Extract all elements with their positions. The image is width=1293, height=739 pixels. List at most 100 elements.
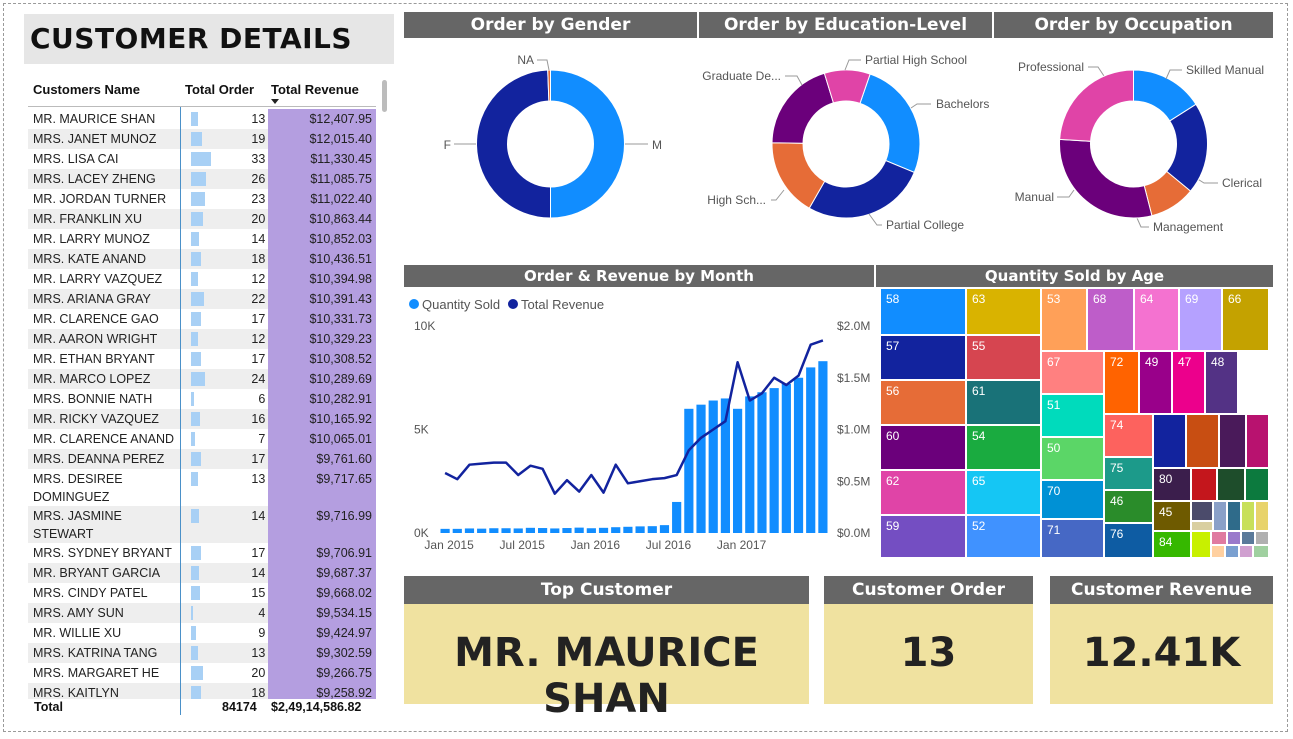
occupation-donut-chart[interactable]: Clerical Management Manual Professional Skil…	[994, 40, 1273, 250]
quantity-bar[interactable]	[538, 528, 548, 533]
table-row[interactable]: MRS. KATE ANAND 18 $10,436.51	[28, 249, 376, 269]
table-row[interactable]: MRS. ARIANA GRAY 22 $10,391.43	[28, 289, 376, 309]
legend-label[interactable]: Quantity Sold	[422, 297, 500, 312]
order-revenue-chart[interactable]: Quantity Sold Total Revenue10K5K0K$2.0M$1…	[404, 289, 876, 557]
table-row[interactable]: MRS. AMY SUN 4 $9,534.15	[28, 603, 376, 623]
education-slice-bachelors[interactable]	[859, 73, 921, 174]
quantity-bar[interactable]	[501, 528, 511, 533]
table-scrollbar[interactable]	[382, 80, 387, 112]
quantity-bar[interactable]	[684, 408, 694, 533]
treemap-cell-age-65[interactable]: 65	[966, 470, 1041, 515]
quantity-bar[interactable]	[611, 527, 621, 533]
education-slice-partial-college[interactable]	[808, 159, 915, 219]
treemap-cell[interactable]	[1255, 501, 1269, 531]
table-row[interactable]: MRS. JANET MUNOZ 19 $12,015.40	[28, 129, 376, 149]
treemap-cell-age-47[interactable]: 47	[1172, 351, 1205, 414]
treemap-cell[interactable]	[1239, 545, 1253, 558]
treemap-cell-age-59[interactable]: 59	[880, 515, 966, 558]
treemap-cell-age-51[interactable]: 51	[1041, 394, 1104, 437]
table-row[interactable]: MR. FRANKLIN XU 20 $10,863.44	[28, 209, 376, 229]
age-treemap[interactable]: 58 57 56 60 62 59 63 55 61 54 65 52 53 68 64 69 66 67 51 50…	[880, 288, 1269, 558]
treemap-cell-age-75[interactable]: 75	[1104, 457, 1153, 490]
quantity-bar[interactable]	[781, 383, 791, 533]
table-row[interactable]: MR. MARCO LOPEZ 24 $10,289.69	[28, 369, 376, 389]
quantity-bar[interactable]	[440, 528, 450, 533]
treemap-cell-age-56[interactable]: 56	[880, 380, 966, 425]
treemap-cell[interactable]	[1211, 545, 1225, 558]
table-row[interactable]: MR. CLARENCE GAO 17 $10,331.73	[28, 309, 376, 329]
table-row[interactable]: MRS. LACEY ZHENG 26 $11,085.75	[28, 169, 376, 189]
treemap-cell[interactable]	[1191, 531, 1211, 558]
table-row[interactable]: MR. JORDAN TURNER 23 $11,022.40	[28, 189, 376, 209]
table-row[interactable]: MRS. DEANNA PEREZ 17 $9,761.60	[28, 449, 376, 469]
treemap-cell-age-67[interactable]: 67	[1041, 351, 1104, 394]
treemap-cell-age-45[interactable]: 45	[1153, 501, 1191, 531]
treemap-cell-age-62[interactable]: 62	[880, 470, 966, 515]
quantity-bar[interactable]	[623, 526, 633, 533]
quantity-bar[interactable]	[464, 528, 475, 533]
treemap-cell[interactable]	[1241, 531, 1255, 545]
table-row[interactable]: MR. AARON WRIGHT 12 $10,329.23	[28, 329, 376, 349]
treemap-cell-age-54[interactable]: 54	[966, 425, 1041, 470]
treemap-cell[interactable]	[1213, 501, 1227, 531]
legend-marker[interactable]	[508, 299, 518, 309]
quantity-bar[interactable]	[513, 528, 523, 533]
occupation-slice-skilled-manual[interactable]	[1059, 69, 1134, 142]
treemap-cell-age-49[interactable]: 49	[1139, 351, 1172, 414]
quantity-bar[interactable]	[489, 528, 499, 533]
quantity-bar[interactable]	[793, 377, 804, 533]
quantity-bar[interactable]	[708, 400, 718, 533]
table-row[interactable]: MRS. MARGARET HE 20 $9,266.75	[28, 663, 376, 683]
treemap-cell-age-63[interactable]: 63	[966, 288, 1041, 335]
quantity-bar[interactable]	[452, 528, 462, 533]
gender-slice-f[interactable]	[476, 69, 551, 219]
treemap-cell-age-74[interactable]: 74	[1104, 414, 1153, 457]
treemap-cell-age-53[interactable]: 53	[1041, 288, 1087, 351]
table-row[interactable]: MRS. SYDNEY BRYANT 17 $9,706.91	[28, 543, 376, 563]
quantity-bar[interactable]	[672, 501, 682, 533]
table-row[interactable]: MRS. CINDY PATEL 15 $9,668.02	[28, 583, 376, 603]
table-row[interactable]: MR. RICKY VAZQUEZ 16 $10,165.92	[28, 409, 376, 429]
treemap-cell[interactable]	[1227, 531, 1241, 545]
treemap-cell-age-69[interactable]: 69	[1179, 288, 1222, 351]
gender-slice-m[interactable]	[550, 69, 625, 219]
treemap-cell[interactable]	[1211, 531, 1227, 545]
treemap-cell[interactable]	[1217, 468, 1245, 501]
treemap-cell[interactable]	[1153, 414, 1186, 468]
quantity-bar[interactable]	[525, 527, 535, 533]
quantity-bar[interactable]	[696, 404, 706, 533]
quantity-bar[interactable]	[477, 528, 487, 533]
treemap-cell[interactable]	[1191, 468, 1217, 501]
quantity-bar[interactable]	[806, 367, 816, 533]
treemap-cell-age-60[interactable]: 60	[880, 425, 966, 470]
quantity-bar[interactable]	[659, 525, 670, 533]
treemap-cell[interactable]	[1225, 545, 1239, 558]
treemap-cell-age-68[interactable]: 68	[1087, 288, 1134, 351]
education-donut-chart[interactable]: Bachelors Partial College High Sch... Gradu…	[699, 40, 992, 250]
quantity-bar[interactable]	[598, 527, 609, 533]
quantity-bar[interactable]	[818, 361, 828, 533]
table-row[interactable]: MR. CLARENCE ANAND 7 $10,065.01	[28, 429, 376, 449]
quantity-bar[interactable]	[574, 527, 584, 533]
table-row[interactable]: MRS. BONNIE NATH 6 $10,282.91	[28, 389, 376, 409]
treemap-cell-age-71[interactable]: 71	[1041, 519, 1104, 558]
table-row[interactable]: MR. MAURICE SHAN 13 $12,407.95	[28, 109, 376, 129]
occupation-slice-professional[interactable]	[1059, 138, 1153, 219]
legend-label[interactable]: Total Revenue	[521, 297, 604, 312]
legend-marker[interactable]	[409, 299, 419, 309]
treemap-cell-age-80[interactable]: 80	[1153, 468, 1191, 501]
treemap-cell[interactable]	[1241, 501, 1255, 531]
treemap-cell-age-64[interactable]: 64	[1134, 288, 1179, 351]
treemap-cell-age-46[interactable]: 46	[1104, 490, 1153, 523]
quantity-bar[interactable]	[635, 526, 645, 533]
treemap-cell[interactable]	[1219, 414, 1246, 468]
quantity-bar[interactable]	[647, 526, 657, 533]
table-row[interactable]: MR. LARRY VAZQUEZ 12 $10,394.98	[28, 269, 376, 289]
table-row[interactable]: MRS. DESIREE DOMINGUEZ 13 $9,717.65	[28, 469, 376, 506]
table-row[interactable]: MR. ETHAN BRYANT 17 $10,308.52	[28, 349, 376, 369]
treemap-cell-age-48[interactable]: 48	[1205, 351, 1238, 414]
treemap-cell[interactable]	[1191, 501, 1213, 521]
treemap-cell-age-58[interactable]: 58	[880, 288, 966, 335]
table-row[interactable]: MR. WILLIE XU 9 $9,424.97	[28, 623, 376, 643]
quantity-bar[interactable]	[562, 528, 572, 533]
